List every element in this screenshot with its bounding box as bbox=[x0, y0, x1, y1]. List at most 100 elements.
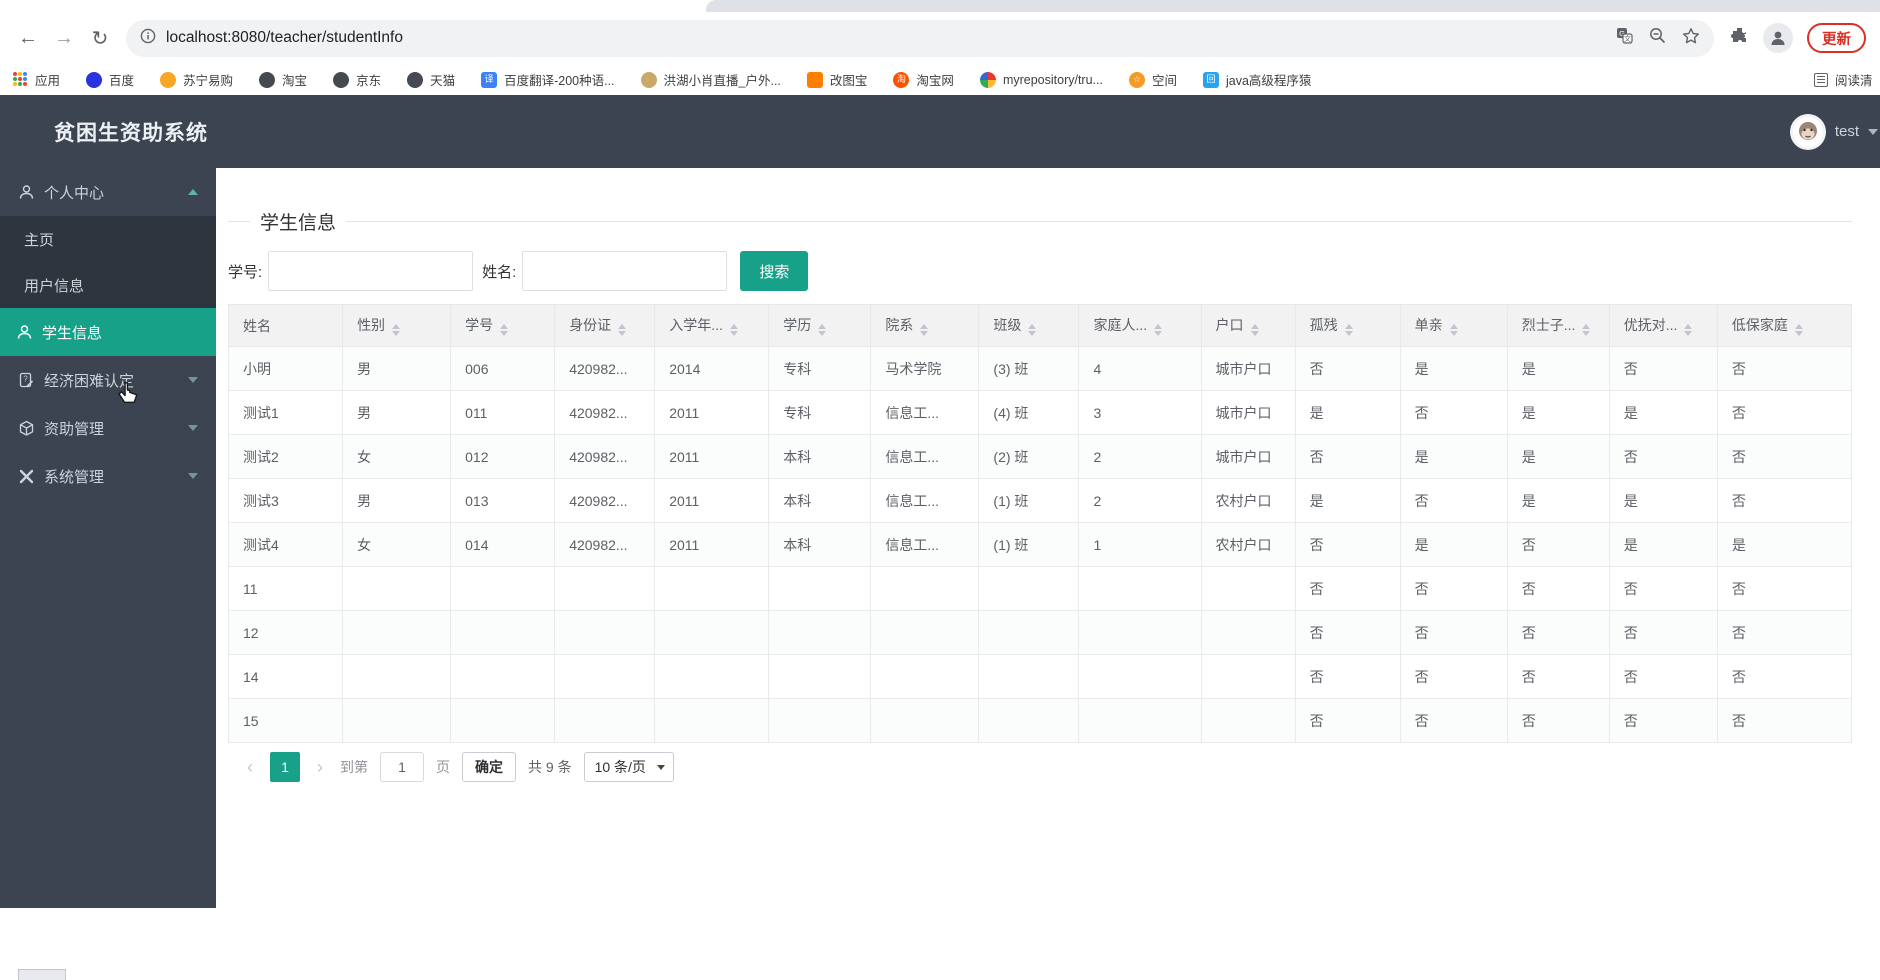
bookmark-item[interactable]: 百度 bbox=[86, 70, 134, 89]
bookmark-item[interactable]: 译百度翻译-200种语... bbox=[481, 70, 615, 89]
column-header-学号[interactable]: 学号 bbox=[450, 304, 556, 347]
table-cell: 420982... bbox=[554, 478, 656, 523]
url-text[interactable]: localhost:8080/teacher/studentInfo bbox=[166, 29, 403, 47]
sort-carets-icon[interactable] bbox=[1250, 324, 1259, 336]
sidebar-item-用户信息[interactable]: 用户信息 bbox=[0, 262, 216, 308]
search-form: 学号: 姓名: 搜索 bbox=[228, 251, 1852, 291]
bookmark-item[interactable]: 苏宁易购 bbox=[160, 70, 233, 89]
apps-grid-icon bbox=[12, 71, 28, 88]
prev-page-icon[interactable]: ‹ bbox=[242, 757, 258, 778]
sort-carets-icon[interactable] bbox=[1684, 324, 1693, 336]
column-header-入学年...[interactable]: 入学年... bbox=[654, 304, 770, 347]
bookmark-item[interactable]: 天猫 bbox=[407, 70, 455, 89]
title-divider-left bbox=[228, 220, 250, 222]
bookmark-item[interactable]: 应用 bbox=[12, 70, 60, 89]
sort-carets-icon[interactable] bbox=[1794, 324, 1803, 336]
sort-carets-icon[interactable] bbox=[1582, 324, 1591, 336]
table-cell: 否 bbox=[1716, 346, 1853, 391]
sort-carets-icon[interactable] bbox=[1028, 324, 1037, 336]
bookmark-item[interactable]: myrepository/tru... bbox=[979, 71, 1103, 88]
sidebar-item-资助管理[interactable]: 资助管理 bbox=[0, 404, 216, 452]
reading-list-icon bbox=[1814, 72, 1828, 87]
bookmark-item[interactable]: 淘宝 bbox=[259, 70, 307, 89]
table-cell: 否 bbox=[1399, 610, 1508, 655]
bookmark-item[interactable]: 淘淘宝网 bbox=[893, 70, 954, 89]
sort-carets-icon[interactable] bbox=[1344, 324, 1353, 336]
column-header-家庭人...[interactable]: 家庭人... bbox=[1078, 304, 1202, 347]
sort-carets-icon[interactable] bbox=[392, 324, 401, 336]
sidebar: 个人中心 主页 用户信息 学生信息? 经济困难认定 资助管理 系统管理 bbox=[0, 168, 216, 980]
table-cell bbox=[1200, 654, 1296, 699]
sidebar-item-主页[interactable]: 主页 bbox=[0, 216, 216, 262]
tmall-globe-icon bbox=[407, 71, 424, 88]
forward-icon[interactable]: → bbox=[46, 20, 82, 56]
sidebar-item-系统管理[interactable]: 系统管理 bbox=[0, 452, 216, 500]
page-number-1[interactable]: 1 bbox=[270, 752, 300, 782]
sort-carets-icon[interactable] bbox=[618, 324, 627, 336]
table-cell bbox=[978, 566, 1080, 611]
user-menu[interactable]: test bbox=[1789, 113, 1878, 150]
extensions-puzzle-icon[interactable] bbox=[1730, 26, 1749, 50]
reading-list-button[interactable]: 阅读清 bbox=[1804, 64, 1880, 95]
sort-carets-icon[interactable] bbox=[1154, 324, 1163, 336]
bookmark-item[interactable]: ☆ 空间 bbox=[1128, 70, 1177, 89]
sort-carets-icon[interactable] bbox=[920, 324, 929, 336]
table-cell: 否 bbox=[1399, 478, 1508, 523]
student-name-label: 姓名: bbox=[482, 263, 517, 281]
sort-carets-icon[interactable] bbox=[818, 324, 827, 336]
search-button[interactable]: 搜索 bbox=[740, 251, 809, 291]
column-header-孤残[interactable]: 孤残 bbox=[1294, 304, 1401, 347]
goto-page-input[interactable] bbox=[380, 752, 424, 782]
translate-icon[interactable]: G文 bbox=[1616, 27, 1633, 49]
bookmark-item[interactable]: 改图宝 bbox=[806, 70, 867, 89]
bookmarks-bar: 应用 百度 苏宁易购 淘宝 京东 天猫 译百度翻译-200种语... 洪湖小肖直播_户外...… bbox=[0, 64, 1880, 95]
page-size-select[interactable]: 10 条/页 bbox=[583, 752, 674, 782]
goto-suffix-label: 页 bbox=[436, 759, 450, 775]
pagination: ‹ 1 › 到第 页 确定 共 9 条 10 条/页 bbox=[228, 752, 1852, 782]
sidebar-item-个人中心[interactable]: 个人中心 bbox=[0, 168, 216, 216]
chrome-update-button[interactable]: 更新 bbox=[1807, 23, 1866, 53]
address-bar[interactable]: localhost:8080/teacher/studentInfo G文 bbox=[126, 19, 1714, 57]
column-header-身份证[interactable]: 身份证 bbox=[554, 304, 656, 347]
column-header-班级[interactable]: 班级 bbox=[978, 304, 1080, 347]
table-cell: 男 bbox=[342, 346, 452, 391]
java-coder-icon: 回 bbox=[1202, 71, 1219, 88]
column-header-院系[interactable]: 院系 bbox=[870, 304, 980, 347]
reload-icon[interactable]: ↻ bbox=[82, 20, 118, 56]
table-cell: 是 bbox=[1399, 434, 1508, 479]
column-header-单亲[interactable]: 单亲 bbox=[1399, 304, 1508, 347]
table-cell bbox=[978, 698, 1080, 743]
table-cell: 是 bbox=[1506, 478, 1610, 523]
zoom-out-icon[interactable] bbox=[1649, 27, 1666, 49]
sort-carets-icon[interactable] bbox=[729, 324, 738, 336]
site-info-icon[interactable] bbox=[140, 28, 156, 49]
column-header-低保家庭[interactable]: 低保家庭 bbox=[1716, 304, 1853, 347]
student-name-input[interactable] bbox=[522, 251, 728, 291]
goto-confirm-button[interactable]: 确定 bbox=[462, 752, 516, 782]
bookmark-star-icon[interactable] bbox=[1682, 27, 1700, 50]
table-cell: 否 bbox=[1506, 610, 1610, 655]
column-header-性别[interactable]: 性别 bbox=[342, 304, 452, 347]
back-icon[interactable]: ← bbox=[10, 20, 46, 56]
table-row: 测试2 女 012 420982... 2011 本科 信息工... (2) 班 2 城市户口否是… bbox=[227, 434, 1853, 479]
table-cell: 否 bbox=[1716, 610, 1853, 655]
bookmark-item[interactable]: 洪湖小肖直播_户外... bbox=[640, 70, 781, 89]
bookmark-item[interactable]: 京东 bbox=[333, 70, 381, 89]
next-page-icon[interactable]: › bbox=[312, 757, 328, 778]
browser-profile-icon[interactable] bbox=[1763, 23, 1793, 53]
table-cell: 4 bbox=[1078, 346, 1202, 391]
tab-strip-background bbox=[706, 0, 1880, 12]
sort-carets-icon[interactable] bbox=[500, 324, 509, 336]
sidebar-item-学生信息[interactable]: 学生信息 bbox=[0, 308, 216, 356]
sort-carets-icon[interactable] bbox=[1449, 324, 1458, 336]
column-header-烈士子...[interactable]: 烈士子... bbox=[1506, 304, 1610, 347]
bookmark-item[interactable]: 回 java高级程序猿 bbox=[1202, 70, 1311, 89]
sidebar-item-经济困难认定[interactable]: ? 经济困难认定 bbox=[0, 356, 216, 404]
table-cell: 否 bbox=[1506, 654, 1610, 699]
table-cell: 012 bbox=[450, 434, 556, 479]
column-label: 单亲 bbox=[1414, 317, 1443, 333]
column-header-户口[interactable]: 户口 bbox=[1200, 304, 1296, 347]
column-header-学历[interactable]: 学历 bbox=[768, 304, 872, 347]
student-no-input[interactable] bbox=[268, 251, 474, 291]
column-header-优抚对...[interactable]: 优抚对... bbox=[1608, 304, 1718, 347]
